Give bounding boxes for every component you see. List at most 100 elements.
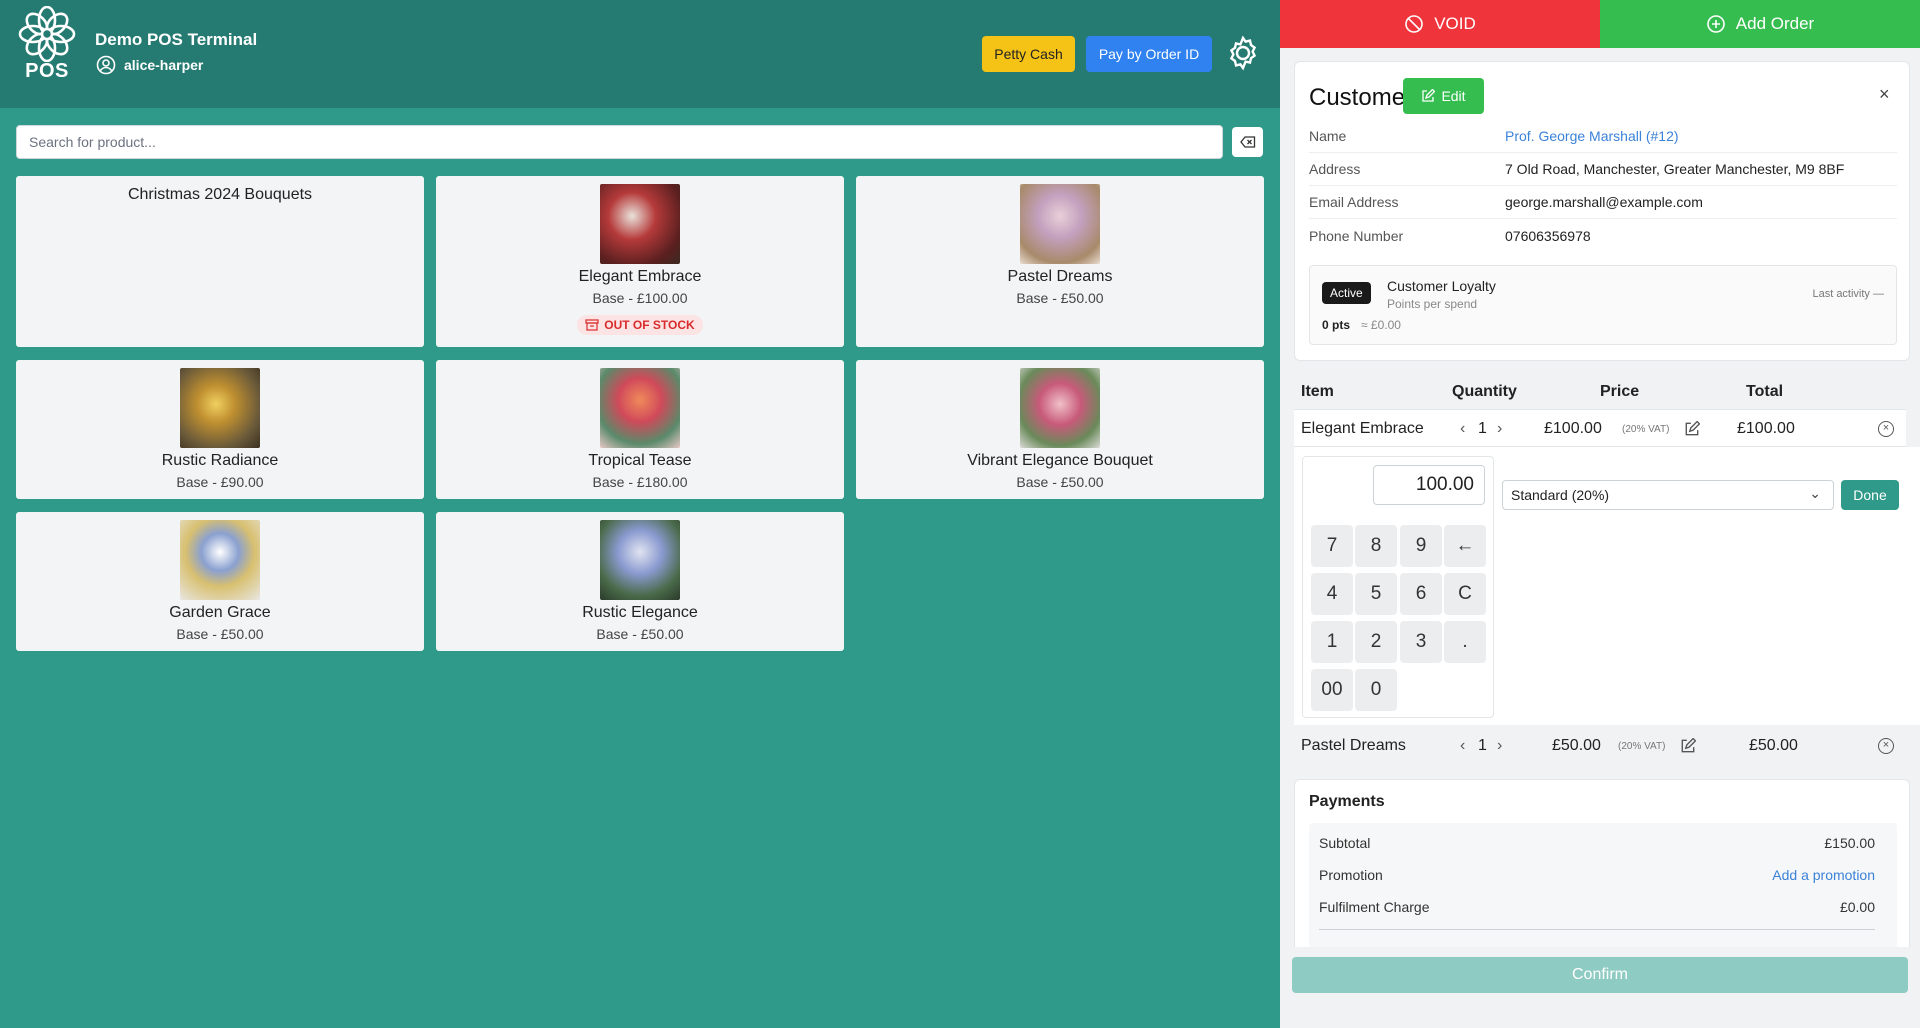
item-name: Elegant Embrace — [1301, 420, 1424, 437]
flower-logo-icon — [18, 6, 76, 62]
product-card-rustic-elegance[interactable]: Rustic Elegance Base - £50.00 — [436, 512, 844, 651]
product-search-input[interactable] — [16, 125, 1223, 159]
settings-gear-icon[interactable] — [1225, 35, 1261, 71]
customer-name-link[interactable]: Prof. George Marshall (#12) — [1505, 128, 1679, 144]
header-quantity: Quantity — [1452, 383, 1517, 400]
petty-cash-button[interactable]: Petty Cash — [982, 36, 1075, 72]
clear-search-button[interactable] — [1232, 127, 1263, 157]
loyalty-title: Customer Loyalty — [1387, 278, 1496, 294]
user-row: alice-harper — [96, 55, 203, 75]
key-decimal[interactable]: . — [1444, 621, 1486, 663]
product-card-pastel-dreams[interactable]: Pastel Dreams Base - £50.00 — [856, 176, 1264, 347]
item-vat: (20% VAT) — [1622, 424, 1670, 435]
product-image — [1020, 184, 1100, 264]
key-2[interactable]: 2 — [1355, 621, 1397, 663]
void-button[interactable]: VOID — [1280, 0, 1600, 48]
product-name: Rustic Elegance — [582, 604, 698, 621]
product-name: Tropical Tease — [588, 452, 692, 469]
subtotal-label: Subtotal — [1319, 835, 1371, 851]
email-value: george.marshall@example.com — [1505, 194, 1703, 210]
loyalty-subtitle: Points per spend — [1387, 297, 1478, 311]
numpad-display[interactable]: 100.00 — [1373, 465, 1485, 505]
key-9[interactable]: 9 — [1400, 525, 1442, 567]
product-name: Pastel Dreams — [1007, 268, 1113, 285]
promotion-label: Promotion — [1319, 867, 1383, 883]
add-order-button[interactable]: Add Order — [1600, 0, 1920, 48]
plus-circle-icon — [1706, 15, 1725, 33]
product-card-garden-grace[interactable]: Garden Grace Base - £50.00 — [16, 512, 424, 651]
promotion-row: Promotion Add a promotion — [1319, 867, 1875, 883]
out-of-stock-label: OUT OF STOCK — [604, 318, 695, 332]
add-promotion-link[interactable]: Add a promotion — [1772, 867, 1875, 883]
numpad: 100.00 7 8 9 ← 4 5 6 C 1 2 3 . 00 0 — [1302, 456, 1494, 718]
product-card-tropical-tease[interactable]: Tropical Tease Base - £180.00 — [436, 360, 844, 499]
backspace-icon — [1239, 136, 1255, 148]
product-card-elegant-embrace[interactable]: Elegant Embrace Base - £100.00 OUT OF ST… — [436, 176, 844, 347]
edit-price-icon[interactable] — [1680, 738, 1696, 754]
order-item-row[interactable]: Pastel Dreams ‹ 1 › £50.00 (20% VAT) £50… — [1294, 727, 1906, 765]
product-image — [600, 520, 680, 600]
customer-email-row: Email Address george.marshall@example.co… — [1309, 186, 1897, 219]
key-1[interactable]: 1 — [1311, 621, 1353, 663]
item-total: £50.00 — [1749, 737, 1798, 754]
loyalty-last-activity: Last activity — — [1812, 288, 1884, 300]
item-price: £50.00 — [1552, 737, 1601, 754]
key-7[interactable]: 7 — [1311, 525, 1353, 567]
user-circle-icon — [96, 55, 116, 75]
product-name: Garden Grace — [169, 604, 271, 621]
void-label: VOID — [1434, 14, 1476, 33]
subtotal-row: Subtotal £150.00 — [1319, 835, 1875, 851]
close-customer-icon[interactable]: × — [1879, 84, 1890, 105]
edit-customer-button[interactable]: Edit — [1403, 78, 1484, 114]
customer-address-row: Address 7 Old Road, Manchester, Greater … — [1309, 153, 1897, 186]
logo-text: POS — [25, 60, 69, 82]
key-4[interactable]: 4 — [1311, 573, 1353, 615]
order-item-row[interactable]: Elegant Embrace ‹ 1 › £100.00 (20% VAT) … — [1294, 409, 1906, 447]
key-5[interactable]: 5 — [1355, 573, 1397, 615]
item-qty: 1 — [1478, 737, 1487, 754]
chevron-down-icon: ⌄ — [1809, 485, 1821, 501]
pos-logo: POS — [14, 6, 80, 83]
increase-qty-icon[interactable]: › — [1497, 420, 1502, 438]
decrease-qty-icon[interactable]: ‹ — [1460, 420, 1465, 438]
product-price: Base - £50.00 — [596, 626, 684, 642]
category-card-christmas[interactable]: Christmas 2024 Bouquets — [16, 176, 424, 347]
category-title: Christmas 2024 Bouquets — [127, 186, 313, 203]
out-of-stock-badge: OUT OF STOCK — [577, 315, 703, 335]
customer-card: Customer Edit × Name Prof. George Marsha… — [1294, 61, 1910, 361]
item-name: Pastel Dreams — [1301, 737, 1406, 754]
key-clear[interactable]: C — [1444, 573, 1486, 615]
product-image — [600, 184, 680, 264]
terminal-name: Demo POS Terminal — [95, 30, 258, 49]
remove-item-icon[interactable]: × — [1878, 738, 1894, 754]
key-8[interactable]: 8 — [1355, 525, 1397, 567]
edit-price-icon[interactable] — [1684, 421, 1700, 437]
pay-by-order-id-button[interactable]: Pay by Order ID — [1086, 36, 1212, 72]
key-backspace[interactable]: ← — [1444, 525, 1486, 567]
username: alice-harper — [124, 57, 204, 73]
done-button[interactable]: Done — [1841, 480, 1899, 510]
product-image — [180, 520, 260, 600]
key-0[interactable]: 0 — [1355, 669, 1397, 711]
key-6[interactable]: 6 — [1400, 573, 1442, 615]
customer-title: Customer — [1309, 84, 1414, 111]
vat-rate-select[interactable]: Standard (20%) ⌄ — [1502, 480, 1834, 510]
remove-item-icon[interactable]: × — [1878, 421, 1894, 437]
price-editor: 100.00 7 8 9 ← 4 5 6 C 1 2 3 . 00 0 Stan… — [1294, 447, 1920, 725]
customer-phone-row: Phone Number 07606356978 — [1309, 219, 1897, 252]
item-vat: (20% VAT) — [1618, 741, 1666, 752]
loyalty-points-value: ≈ £0.00 — [1361, 318, 1401, 332]
phone-value: 07606356978 — [1505, 227, 1591, 244]
key-3[interactable]: 3 — [1400, 621, 1442, 663]
product-card-vibrant-elegance[interactable]: Vibrant Elegance Bouquet Base - £50.00 — [856, 360, 1264, 499]
vat-rate-value: Standard (20%) — [1511, 487, 1610, 503]
add-order-label: Add Order — [1735, 14, 1815, 33]
loyalty-status-badge: Active — [1322, 282, 1371, 304]
product-card-rustic-radiance[interactable]: Rustic Radiance Base - £90.00 — [16, 360, 424, 499]
key-00[interactable]: 00 — [1311, 669, 1353, 711]
increase-qty-icon[interactable]: › — [1497, 737, 1502, 755]
confirm-button[interactable]: Confirm — [1292, 957, 1908, 993]
edit-label: Edit — [1441, 88, 1466, 104]
product-price: Base - £50.00 — [176, 626, 264, 642]
decrease-qty-icon[interactable]: ‹ — [1460, 737, 1465, 755]
